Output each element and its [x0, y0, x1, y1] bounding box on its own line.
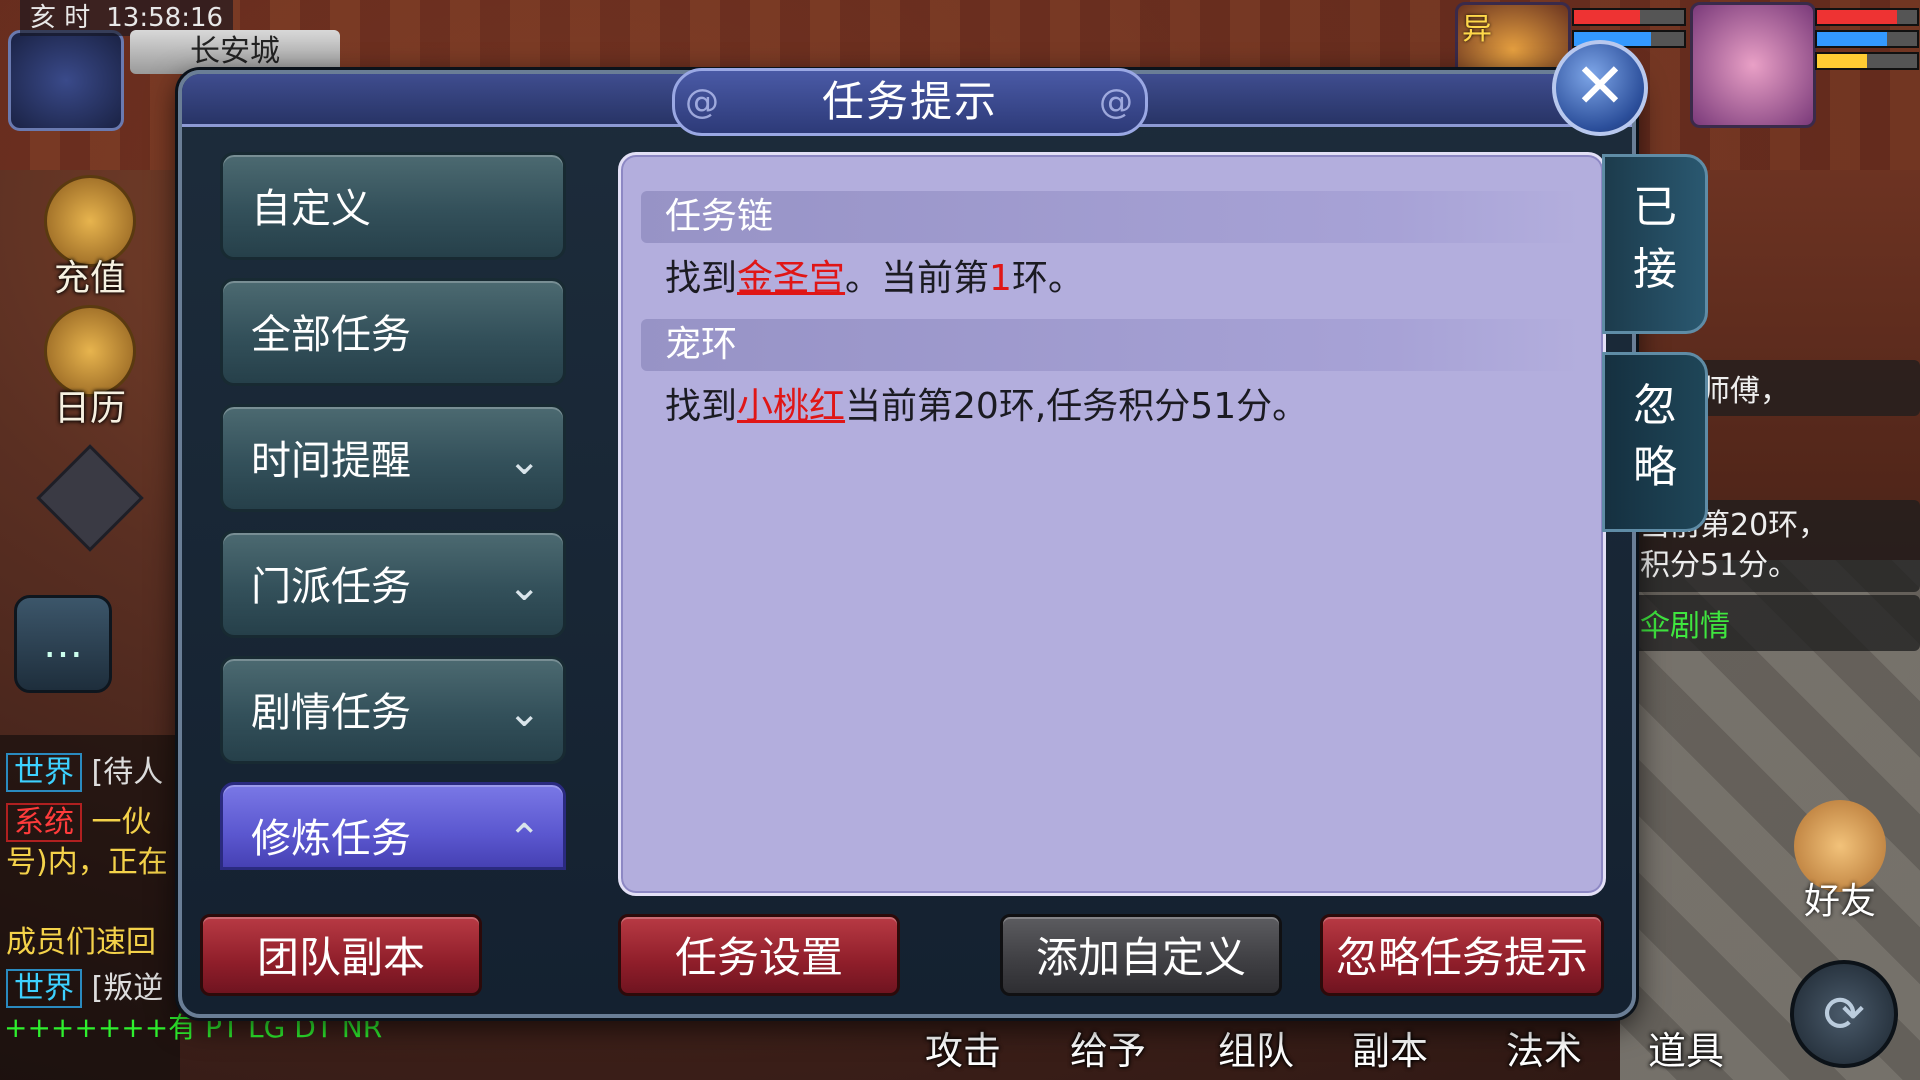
nav-story-tasks[interactable]: 剧情任务 ⌄	[220, 656, 566, 764]
nav-training-tasks[interactable]: 修炼任务 ⌃	[220, 782, 566, 870]
task-description: 找到小桃红当前第20环,任务积分51分。	[665, 377, 1308, 429]
task-text: 找到	[665, 386, 738, 427]
calendar-button[interactable]: 日历	[25, 305, 155, 445]
city-name[interactable]: 长安城	[130, 30, 340, 74]
chat-line: 系统 一伙	[6, 797, 152, 842]
nav-sect-tasks[interactable]: 门派任务 ⌄	[220, 530, 566, 638]
nav-all-tasks[interactable]: 全部任务	[220, 278, 566, 386]
task-heading: 任务链	[641, 191, 1581, 243]
player-hp-bar	[1815, 8, 1919, 26]
add-custom-button[interactable]: 添加自定义	[1000, 914, 1282, 996]
player-mp-bar	[1815, 30, 1919, 48]
tab-ignored[interactable]: 忽 略	[1602, 352, 1708, 532]
recharge-label: 充值	[53, 258, 126, 299]
team-dungeon-button[interactable]: 团队副本	[200, 914, 482, 996]
nav-label: 剧情任务	[251, 690, 411, 736]
nav-time-reminder[interactable]: 时间提醒 ⌄	[220, 404, 566, 512]
side-quest-text: 积分51分。	[1640, 548, 1799, 583]
nav-label: 时间提醒	[251, 438, 411, 484]
nav-custom[interactable]: 自定义	[220, 152, 566, 260]
chat-bubble-icon[interactable]: …	[14, 595, 112, 693]
task-content-panel[interactable]: 任务链 找到金圣宫。当前第1环。 宠环 找到小桃红当前第20环,任务积分51分。	[618, 152, 1606, 896]
task-text: 环。	[1011, 258, 1084, 299]
dungeon-button[interactable]: 副本	[1352, 1020, 1428, 1075]
clock-text: 13:58:16	[106, 3, 224, 33]
side-quest-story[interactable]: 伞剧情	[1630, 595, 1920, 651]
recharge-button[interactable]: 充值	[25, 175, 155, 315]
nav-label: 门派任务	[251, 564, 411, 610]
dialog-title: 任务提示	[672, 68, 1148, 136]
task-description: 找到金圣宫。当前第1环。	[665, 249, 1084, 301]
npc-link[interactable]: 金圣宫	[737, 258, 845, 299]
task-ring-number: 1	[989, 258, 1012, 299]
nav-label: 全部任务	[251, 312, 411, 358]
player-ap-bar	[1815, 52, 1919, 70]
skill-diamond-icon[interactable]	[36, 444, 144, 552]
give-button[interactable]: 给予	[1070, 1020, 1146, 1075]
nav-label: 自定义	[251, 186, 371, 232]
time-hour-label: 亥 时	[30, 3, 91, 33]
refresh-icon[interactable]: ⟳	[1790, 960, 1898, 1068]
magic-button[interactable]: 法术	[1506, 1020, 1582, 1075]
chevron-down-icon: ⌄	[507, 564, 541, 610]
player-portrait[interactable]	[1690, 2, 1816, 128]
task-text: 找到	[665, 258, 738, 299]
task-heading: 宠环	[641, 319, 1581, 371]
attack-button[interactable]: 攻击	[925, 1020, 1001, 1075]
chevron-down-icon: ⌄	[507, 438, 541, 484]
nav-label: 修炼任务	[251, 816, 411, 862]
ignore-task-hint-button[interactable]: 忽略任务提示	[1320, 914, 1604, 996]
team-button[interactable]: 组队	[1218, 1020, 1294, 1075]
calendar-label: 日历	[53, 388, 126, 429]
task-text: 。当前第	[845, 258, 990, 299]
tab-accepted[interactable]: 已 接	[1602, 154, 1708, 334]
channel-tag: 世界	[6, 969, 82, 1008]
friends-button[interactable]: 好友	[1780, 800, 1900, 922]
channel-tag: 世界	[6, 753, 82, 792]
time-dial-icon[interactable]	[8, 30, 124, 131]
chat-line: 成员们速回	[6, 925, 156, 960]
close-icon[interactable]: ✕	[1552, 40, 1648, 136]
npc-link[interactable]: 小桃红	[737, 386, 845, 427]
chat-line: 号)内，正在	[6, 845, 168, 880]
friends-label: 好友	[1803, 881, 1876, 922]
chat-text: [待人	[91, 755, 164, 790]
chat-text: [叛逆	[91, 971, 164, 1006]
chat-line: 世界 [待人	[6, 747, 164, 792]
task-text: 当前第20环,任务积分51分。	[845, 386, 1309, 427]
task-settings-button[interactable]: 任务设置	[618, 914, 900, 996]
pet-hp-bar	[1572, 8, 1686, 26]
task-hint-dialog: 任务提示 ✕ 自定义 全部任务 时间提醒 ⌄ 门派任务 ⌄ 剧情任务 ⌄ 修炼任…	[178, 40, 1708, 1018]
items-button[interactable]: 道具	[1648, 1020, 1724, 1075]
chat-line: 世界 [叛逆	[6, 963, 164, 1008]
chevron-up-icon: ⌃	[507, 816, 541, 862]
chevron-down-icon: ⌄	[507, 690, 541, 736]
chat-text: 一伙	[91, 805, 152, 840]
pet-badge: 异	[1462, 12, 1492, 47]
